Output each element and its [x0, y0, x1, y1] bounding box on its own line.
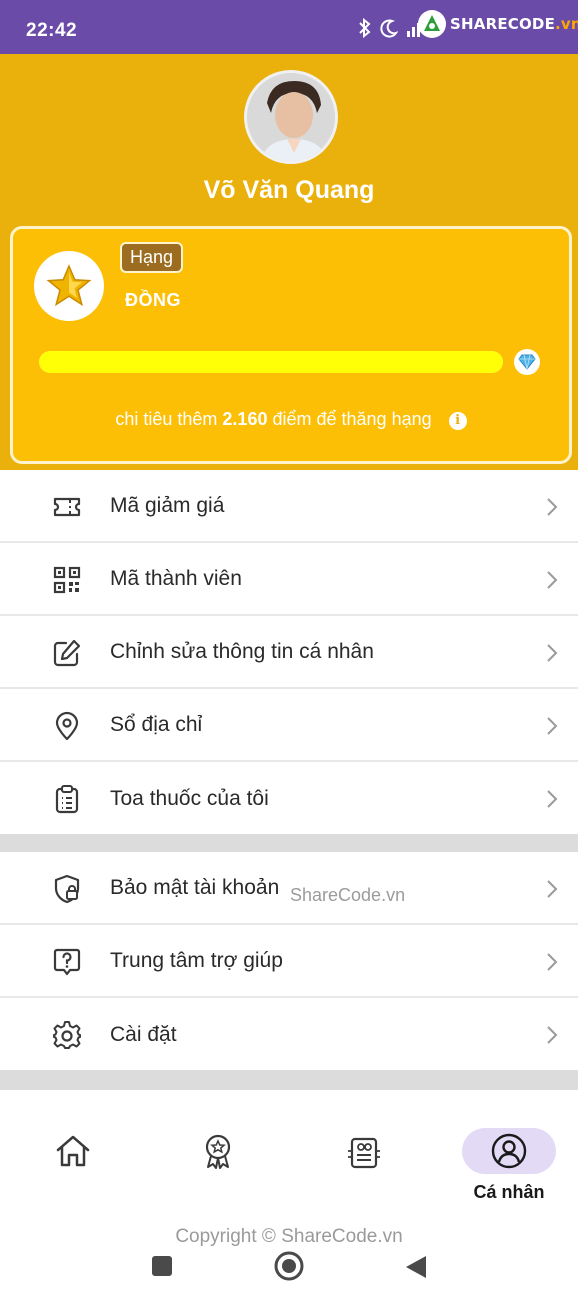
section-divider [0, 1070, 578, 1090]
info-icon[interactable]: i [448, 412, 467, 430]
system-navigation [0, 1248, 578, 1302]
ticket-icon [53, 497, 81, 517]
menu-item-my-prescriptions[interactable]: Toa thuốc của tôi [0, 762, 578, 835]
status-time: 22:42 [26, 20, 78, 41]
qr-code-icon [53, 566, 81, 594]
menu-item-help-center[interactable]: Trung tâm trợ giúp [0, 925, 578, 998]
user-icon [491, 1133, 527, 1169]
chevron-right-icon [547, 1026, 558, 1044]
section-divider [0, 834, 578, 854]
shield-lock-icon [54, 874, 80, 904]
clipboard-icon [55, 785, 79, 814]
diamond-icon [514, 349, 540, 375]
back-button[interactable] [404, 1254, 428, 1280]
recent-apps-button[interactable] [150, 1254, 174, 1278]
avatar[interactable] [244, 70, 338, 164]
rank-badge [34, 251, 104, 321]
menu-item-edit-profile[interactable]: Chỉnh sửa thông tin cá nhân [0, 616, 578, 689]
rank-progress-bar [39, 351, 503, 373]
nav-prescriptions[interactable] [304, 1128, 424, 1218]
copyright-watermark: Copyright © ShareCode.vn [175, 1226, 403, 1247]
award-icon [205, 1134, 231, 1169]
rank-tag: Hạng [120, 242, 184, 273]
sharecode-logo: SHARECODE.vn [418, 10, 578, 38]
menu-secondary: Bảo mật tài khoản Trung tâm trợ giúp Cài… [0, 852, 578, 1071]
menu-item-account-security[interactable]: Bảo mật tài khoản [0, 852, 578, 925]
rank-level: ĐỒNG [125, 290, 181, 310]
status-bar: 22:42 SHARECODE.vn [0, 0, 578, 54]
star-icon [46, 264, 92, 307]
bluetooth-icon [358, 17, 372, 43]
rank-progress-fill [39, 351, 503, 373]
menu-item-address-book[interactable]: Sổ địa chỉ [0, 689, 578, 762]
nav-profile[interactable]: Cá nhân [449, 1128, 569, 1218]
watermark-text: ShareCode.vn [290, 885, 406, 905]
chevron-right-icon [547, 498, 558, 516]
profile-header: Võ Văn Quang Hạng ĐỒNG chi tiêu thêm 2.1… [0, 54, 578, 470]
help-icon [53, 948, 81, 976]
status-icons [358, 17, 424, 43]
home-icon [56, 1135, 90, 1167]
bottom-nav: Cá nhân [0, 1090, 578, 1230]
rank-upgrade-text: chi tiêu thêm 2.160 điểm để thăng hạng i [13, 409, 569, 430]
nav-profile-label: Cá nhân [473, 1182, 545, 1202]
home-button[interactable] [274, 1251, 304, 1281]
moon-icon [380, 18, 399, 43]
location-pin-icon [55, 711, 79, 741]
sharecode-logo-text: SHARECODE.vn [450, 15, 578, 33]
chevron-right-icon [547, 880, 558, 898]
nav-home[interactable] [13, 1128, 133, 1218]
upgrade-points: 2.160 [222, 409, 268, 429]
chevron-right-icon [547, 717, 558, 735]
prescription-icon [348, 1137, 380, 1169]
menu-primary: Mã giảm giá Mã thành viên Chỉnh sửa thôn… [0, 470, 578, 835]
chevron-right-icon [547, 644, 558, 662]
menu-item-discount-code[interactable]: Mã giảm giá [0, 470, 578, 543]
menu-item-member-code[interactable]: Mã thành viên [0, 543, 578, 616]
sharecode-logo-icon [418, 10, 446, 38]
menu-item-settings[interactable]: Cài đặt [0, 998, 578, 1071]
chevron-right-icon [547, 790, 558, 808]
edit-icon [53, 639, 81, 667]
rank-card[interactable]: Hạng ĐỒNG chi tiêu thêm 2.160 điểm để th… [10, 226, 572, 464]
chevron-right-icon [547, 571, 558, 589]
gear-icon [53, 1021, 81, 1049]
nav-active-indicator [462, 1128, 556, 1174]
chevron-right-icon [547, 953, 558, 971]
nav-rewards[interactable] [158, 1128, 278, 1218]
profile-name: Võ Văn Quang [203, 176, 375, 204]
